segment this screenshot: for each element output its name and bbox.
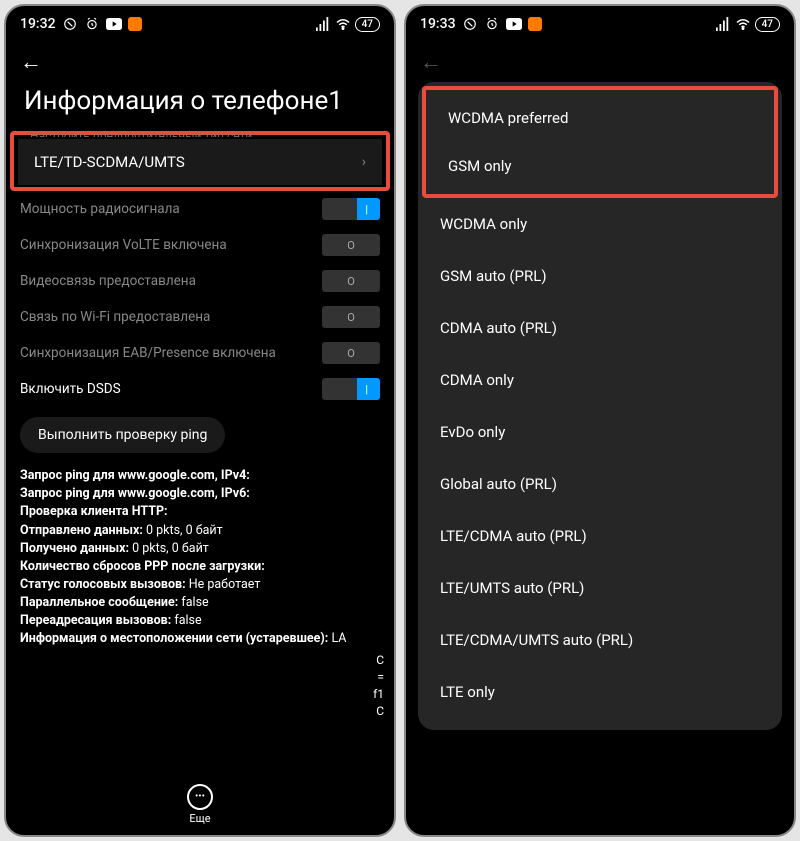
signal-icon [315,16,331,32]
ping-button[interactable]: Выполнить проверку ping [20,417,225,453]
wifi-icon [735,16,751,32]
toggle-volte[interactable] [322,234,380,256]
app-icon [128,17,142,31]
status-bar: 19:33 47 [406,6,794,42]
app-icon [528,17,542,31]
toggle-signal[interactable] [322,198,380,220]
setting-wifi-call: Связь по Wi-Fi предоставлена [6,299,394,335]
setting-eab: Синхронизация EAB/Presence включена [6,335,394,371]
option-cdma-auto[interactable]: CDMA auto (PRL) [418,302,782,354]
battery-indicator: 47 [755,17,780,32]
network-type-selector[interactable]: LTE/TD-SCDMA/UMTS › [18,139,382,185]
bottom-bar: ••• Еще [6,773,394,835]
more-label: Еще [189,812,210,825]
youtube-icon [506,16,522,32]
option-gsm-only[interactable]: GSM only [426,142,774,190]
toggle-dsds[interactable] [322,378,380,400]
option-lte-only[interactable]: LTE only [418,666,782,718]
option-lte-cdma-umts-auto[interactable]: LTE/CDMA/UMTS auto (PRL) [418,614,782,666]
trailing-text: C = f1 C [6,652,394,719]
back-row: ← [406,42,794,82]
page-title: Информация о телефоне1 [6,82,394,131]
back-icon[interactable]: ← [20,49,42,75]
back-row: ← [6,42,394,82]
network-type-value: LTE/TD-SCDMA/UMTS [34,153,185,171]
cut-label: Настроить предпочтительный тип сети: [14,131,386,137]
setting-volte: Синхронизация VoLTE включена [6,227,394,263]
option-lte-cdma-auto[interactable]: LTE/CDMA auto (PRL) [418,510,782,562]
option-global-auto[interactable]: Global auto (PRL) [418,458,782,510]
option-wcdma-preferred[interactable]: WCDMA preferred [426,94,774,142]
option-lte-umts-auto[interactable]: LTE/UMTS auto (PRL) [418,562,782,614]
status-time: 19:32 [20,16,56,32]
toggle-wifi-call[interactable] [322,306,380,328]
battery-indicator: 47 [355,17,380,32]
chevron-right-icon: › [362,154,366,170]
option-evdo-only[interactable]: EvDo only [418,406,782,458]
back-icon[interactable]: ← [420,49,442,75]
option-wcdma-only[interactable]: WCDMA only [418,198,782,250]
content-area: Настроить предпочтительный тип сети: LTE… [6,131,394,773]
option-cdma-only[interactable]: CDMA only [418,354,782,406]
more-icon[interactable]: ••• [187,784,213,810]
content-area: WCDMA preferred GSM only WCDMA only GSM … [406,82,794,835]
phone-left: 19:32 47 ← Информация о телефоне1 [4,4,396,837]
dnd-icon [62,16,78,32]
alarm-icon [484,16,500,32]
toggle-eab[interactable] [322,342,380,364]
status-bar: 19:32 47 [6,6,394,42]
toggle-video[interactable] [322,270,380,292]
setting-signal-strength: Мощность радиосигнала [6,191,394,227]
info-block: Запрос ping для www.google.com, IPv4: За… [6,463,394,652]
setting-video: Видеосвязь предоставлена [6,263,394,299]
setting-dsds: Включить DSDS [6,371,394,407]
dnd-icon [462,16,478,32]
signal-icon [715,16,731,32]
phone-right: 19:33 47 ← WCDMA pr [404,4,796,837]
youtube-icon [106,16,122,32]
alarm-icon [84,16,100,32]
highlight-network-type: Настроить предпочтительный тип сети: LTE… [10,131,390,191]
highlight-top-options: WCDMA preferred GSM only [422,86,778,198]
options-panel: WCDMA preferred GSM only WCDMA only GSM … [418,82,782,730]
wifi-icon [335,16,351,32]
option-gsm-auto[interactable]: GSM auto (PRL) [418,250,782,302]
status-time: 19:33 [420,16,456,32]
